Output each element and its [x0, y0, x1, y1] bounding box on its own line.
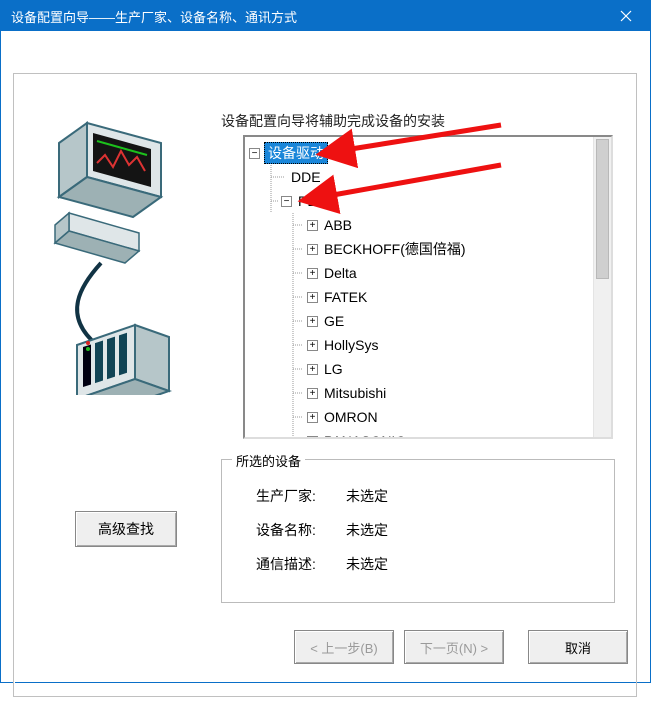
tree-line-icon: [289, 357, 307, 381]
tree-label: LG: [322, 361, 343, 377]
tree-label-root: 设备驱动: [264, 142, 328, 164]
tree-node-plc-child[interactable]: + BECKHOFF(德国倍福): [245, 237, 611, 261]
device-tree[interactable]: − 设备驱动 DDE − PLC + ABB + BECKHOFF(德国倍福) + Del…: [243, 135, 613, 439]
field-value: 未选定: [346, 520, 388, 540]
group-legend: 所选的设备: [232, 451, 305, 470]
field-manufacturer: 生产厂家: 未选定: [256, 486, 614, 506]
prev-button: < 上一步(B): [294, 630, 394, 664]
client-area: 设备配置向导将辅助完成设备的安装 − 设备驱动 DDE: [1, 31, 650, 682]
field-label: 生产厂家:: [256, 486, 346, 506]
expand-toggle[interactable]: +: [307, 412, 318, 423]
expand-toggle[interactable]: −: [281, 196, 292, 207]
tree-node-plc-child[interactable]: + PANASONIC: [245, 429, 611, 439]
next-button: 下一页(N) >: [404, 630, 504, 664]
expand-toggle[interactable]: +: [307, 436, 318, 440]
tree-node-plc-child[interactable]: + Mitsubishi: [245, 381, 611, 405]
button-label: 下一页(N) >: [420, 638, 488, 657]
tree-label: HollySys: [322, 337, 378, 353]
instruction-text: 设备配置向导将辅助完成设备的安装: [221, 111, 445, 131]
tree-node-plc[interactable]: − PLC: [245, 189, 611, 213]
tree-line-icon: [289, 237, 307, 261]
tree-node-root[interactable]: − 设备驱动: [245, 141, 611, 165]
button-label: 高级查找: [98, 519, 154, 539]
tree-label: Delta: [322, 265, 357, 281]
field-value: 未选定: [346, 554, 388, 574]
expand-toggle[interactable]: +: [307, 268, 318, 279]
tree-node-plc-child[interactable]: + ABB: [245, 213, 611, 237]
tree-node-plc-child[interactable]: + HollySys: [245, 333, 611, 357]
tree-label: FATEK: [322, 289, 367, 305]
expand-toggle[interactable]: +: [307, 364, 318, 375]
cancel-button[interactable]: 取消: [528, 630, 628, 664]
expand-toggle[interactable]: +: [307, 388, 318, 399]
tree-line-icon: [289, 309, 307, 333]
tree-line-icon: [289, 405, 307, 429]
tree-label: Mitsubishi: [322, 385, 386, 401]
wizard-illustration: [51, 115, 191, 395]
expand-toggle[interactable]: +: [307, 316, 318, 327]
tree-line-icon: [289, 213, 307, 237]
tree-node-plc-child[interactable]: + OMRON: [245, 405, 611, 429]
tree-line-icon: [289, 429, 307, 439]
expand-toggle[interactable]: +: [307, 220, 318, 231]
field-devicename: 设备名称: 未选定: [256, 520, 614, 540]
tree-line-icon: [289, 261, 307, 285]
titlebar: 设备配置向导——生产厂家、设备名称、通讯方式: [1, 1, 650, 31]
tree-line-icon: [267, 189, 281, 213]
tree-line-icon: [267, 165, 289, 189]
selected-device-group: 所选的设备 生产厂家: 未选定 设备名称: 未选定 通信描述: 未选定: [221, 459, 615, 603]
wizard-buttons: < 上一步(B) 下一页(N) > 取消: [1, 630, 650, 664]
close-button[interactable]: [602, 1, 650, 31]
tree-line-icon: [289, 381, 307, 405]
tree-line-icon: [289, 333, 307, 357]
tree-scrollbar[interactable]: [593, 137, 611, 437]
field-commdesc: 通信描述: 未选定: [256, 554, 614, 574]
tree-node-dde[interactable]: DDE: [245, 165, 611, 189]
expand-toggle[interactable]: +: [307, 340, 318, 351]
tree-label: PLC: [296, 193, 325, 209]
tree-node-plc-child[interactable]: + FATEK: [245, 285, 611, 309]
tree-label: PANASONIC: [322, 433, 405, 439]
advanced-search-button[interactable]: 高级查找: [75, 511, 177, 547]
wizard-window: 设备配置向导——生产厂家、设备名称、通讯方式: [0, 0, 651, 683]
field-label: 通信描述:: [256, 554, 346, 574]
expand-toggle[interactable]: −: [249, 148, 260, 159]
button-label: 取消: [565, 638, 591, 657]
tree-label: DDE: [289, 169, 321, 185]
field-label: 设备名称:: [256, 520, 346, 540]
tree-node-plc-child[interactable]: + LG: [245, 357, 611, 381]
tree-node-plc-child[interactable]: + Delta: [245, 261, 611, 285]
expand-toggle[interactable]: +: [307, 292, 318, 303]
window-title: 设备配置向导——生产厂家、设备名称、通讯方式: [11, 7, 297, 26]
close-icon: [620, 10, 632, 22]
button-label: < 上一步(B): [310, 638, 378, 657]
tree-label: OMRON: [322, 409, 378, 425]
scroll-thumb[interactable]: [596, 139, 609, 279]
expand-toggle[interactable]: +: [307, 244, 318, 255]
tree-label: ABB: [322, 217, 352, 233]
field-value: 未选定: [346, 486, 388, 506]
tree-line-icon: [289, 285, 307, 309]
tree-label: BECKHOFF(德国倍福): [322, 239, 466, 259]
tree-node-plc-child[interactable]: + GE: [245, 309, 611, 333]
tree-label: GE: [322, 313, 344, 329]
